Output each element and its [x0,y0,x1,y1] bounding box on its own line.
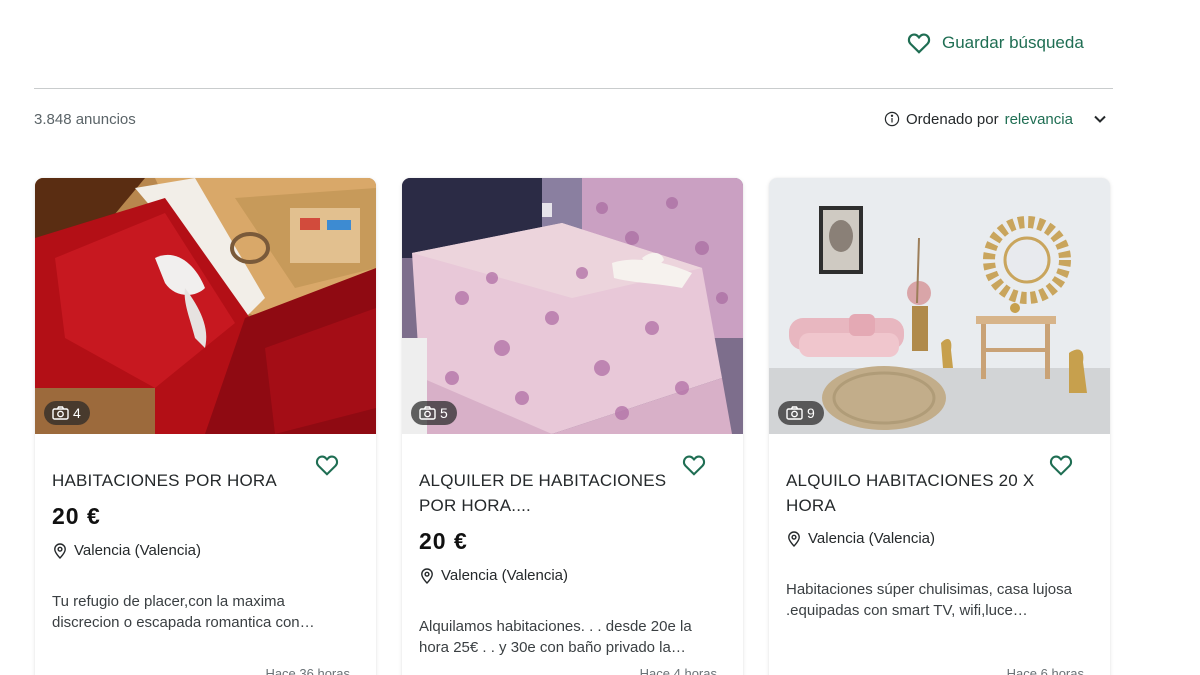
listing-body: ALQUILO HABITACIONES 20 X HORA Valencia … [786,468,1072,621]
photo-count-badge: 4 [44,401,90,425]
listing-price: 20 € [52,503,101,529]
listing-description: Tu refugio de placer,con la maxima discr… [52,593,315,631]
listing-time: Hace 4 horas [639,666,717,675]
listing-description: Habitaciones súper chulisimas, casa lujo… [786,581,1072,619]
location-pin-icon [54,542,66,559]
listing-time: Hace 36 horas [265,666,350,675]
listing-title[interactable]: HABITACIONES POR HORA [52,468,326,493]
listing-location: Valencia (Valencia) [419,567,693,584]
room-photo-3 [769,178,1110,434]
info-icon[interactable] [884,111,900,127]
header-divider [34,88,1113,89]
camera-icon [52,406,69,420]
listing-body: ALQUILER DE HABITACIONES POR HORA.... 20… [419,468,693,658]
chevron-down-icon[interactable] [1091,110,1109,128]
photo-count: 9 [807,405,815,421]
sort-prefix: Ordenado por [906,110,999,128]
sort-value[interactable]: relevancia [1005,111,1073,128]
listing-photo[interactable]: 9 [769,178,1110,434]
location-pin-icon [788,530,800,547]
sort-control[interactable]: Ordenado por relevancia [884,110,1109,128]
listing-price: 20 € [419,528,468,554]
camera-icon [786,406,803,420]
room-photo-1 [35,178,376,434]
room-photo-2 [402,178,743,434]
results-count: 3.848 anuncios [34,111,136,128]
listing-description: Alquilamos habitaciones. . . desde 20e l… [419,618,692,656]
listing-title[interactable]: ALQUILER DE HABITACIONES POR HORA.... [419,468,693,518]
listing-body: HABITACIONES POR HORA 20 € Valencia (Val… [52,468,326,633]
listing-location-text: Valencia (Valencia) [808,530,936,547]
location-pin-icon [421,567,433,584]
listing-location: Valencia (Valencia) [52,542,326,559]
listing-photo[interactable]: 4 [35,178,376,434]
listing-card[interactable]: 9 ALQUILO HABITACIONES 20 X HORA Valenci… [769,178,1110,675]
listing-location-text: Valencia (Valencia) [441,567,569,584]
photo-count: 4 [73,405,81,421]
photo-count: 5 [440,405,448,421]
photo-count-badge: 5 [411,401,457,425]
save-search-button[interactable]: Guardar búsqueda [906,30,1084,56]
listing-time: Hace 6 horas [1006,666,1084,675]
heart-outline-icon [907,33,931,54]
listing-title[interactable]: ALQUILO HABITACIONES 20 X HORA [786,468,1060,518]
listing-card[interactable]: 5 ALQUILER DE HABITACIONES POR HORA.... … [402,178,743,675]
photo-count-badge: 9 [778,401,824,425]
camera-icon [419,406,436,420]
save-search-label: Guardar búsqueda [942,33,1084,52]
listing-results-page: Guardar búsqueda 3.848 anuncios Ordenado… [0,0,1200,675]
listing-photo[interactable]: 5 [402,178,743,434]
listing-card[interactable]: 4 HABITACIONES POR HORA 20 € Valencia (V… [35,178,376,675]
listing-location: Valencia (Valencia) [786,530,1060,547]
listing-location-text: Valencia (Valencia) [74,542,202,559]
